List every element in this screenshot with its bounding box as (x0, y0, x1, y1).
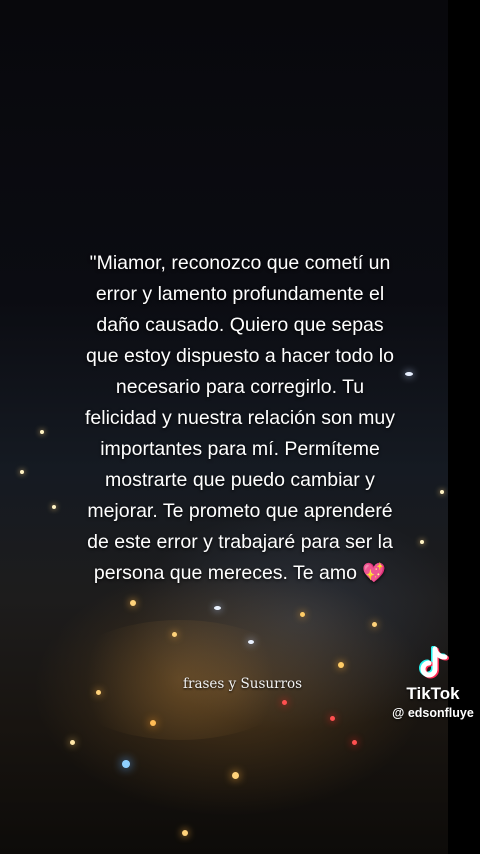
caption-line: necesario para corregirlo. Tu (115, 376, 365, 398)
tiktok-handle: @ edsonfluye (392, 706, 474, 720)
caption-line: mejorar. Te prometo que aprenderé (87, 500, 393, 522)
tiktok-brand-label: TikTok (406, 684, 460, 703)
caption-line: de este error y trabajaré para ser la (87, 531, 393, 553)
caption-line: persona que mereces. Te amo (93, 562, 357, 584)
caption-line: daño causado. Quiero que sepas (96, 314, 384, 336)
caption-line: felicidad y nuestra relación son muy (85, 407, 395, 429)
caption-line: importantes para mí. Permíteme (100, 438, 380, 460)
tiktok-note-icon (419, 646, 449, 679)
caption-line: que estoy dispuesto a hacer todo lo (86, 345, 394, 367)
tiktok-watermark: TikTok @ edsonfluye (388, 646, 478, 720)
caption-line: "Miamor, reconozco que cometí un (89, 252, 391, 274)
caption-line: mostrarte que puedo cambiar y (105, 469, 375, 491)
letterbox-bar (448, 0, 480, 854)
sparkling-heart-icon: 💖 (362, 563, 387, 584)
caption-text: "Miamor, reconozco que cometí un error y… (70, 248, 410, 589)
watermark-text: frases y Susurros (183, 676, 303, 692)
caption-line-last: persona que mereces. Te amo 💖 (70, 558, 410, 589)
caption-line: error y lamento profundamente el (95, 283, 385, 305)
